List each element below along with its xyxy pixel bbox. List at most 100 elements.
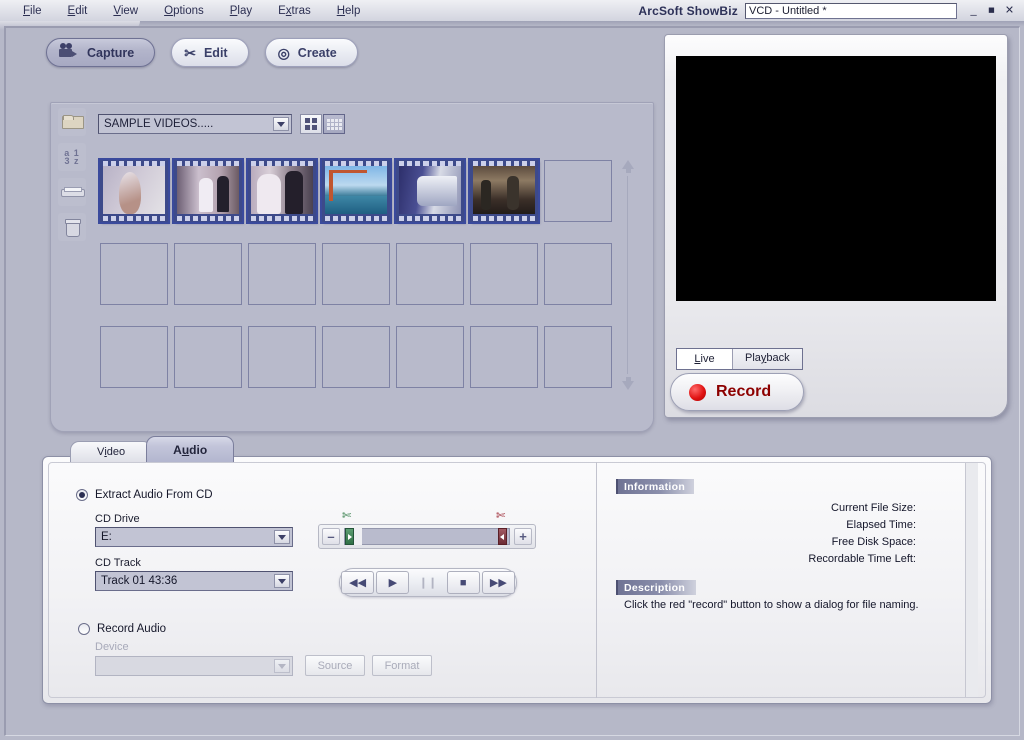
thumbnail-empty-slot[interactable]	[396, 243, 464, 305]
trim-track[interactable]	[344, 528, 510, 545]
tab-capture[interactable]: Capture	[46, 38, 156, 67]
tab-playback[interactable]: Playback	[732, 349, 802, 369]
record-button[interactable]: Record	[670, 373, 804, 411]
minimize-icon[interactable]: _	[967, 4, 980, 17]
thumbnail-empty-slot[interactable]	[322, 243, 390, 305]
trim-bar[interactable]: – ✄ ✄ +	[318, 511, 536, 549]
cd-drive-select[interactable]: E:	[95, 527, 293, 547]
thumbnail-empty-slot[interactable]	[100, 243, 168, 305]
thumbnail-empty-slot[interactable]	[174, 326, 242, 388]
window-controls: _ ■ ✕	[964, 4, 1020, 17]
thumbnail-empty-slot[interactable]	[174, 243, 242, 305]
zoom-out-button[interactable]: –	[322, 528, 340, 545]
app-title: ArcSoft ShowBiz	[638, 3, 738, 18]
album-scrollbar[interactable]	[620, 158, 640, 393]
close-icon[interactable]: ✕	[1003, 4, 1016, 17]
thumbnail-empty-slot[interactable]	[396, 326, 464, 388]
thumbnail-empty-slot[interactable]	[544, 160, 612, 222]
thumbnail-wedding-ceremony[interactable]	[172, 158, 244, 224]
info-row: Recordable Time Left:	[616, 551, 916, 568]
thumbnail-street-crowd[interactable]	[468, 158, 540, 224]
thumbnail-empty-slot[interactable]	[470, 326, 538, 388]
thumbnail-item[interactable]	[98, 158, 170, 224]
thumbnail-golden-gate-bridge[interactable]	[320, 158, 392, 224]
record-button-label: Record	[716, 383, 772, 400]
chevron-down-icon[interactable]	[274, 530, 290, 544]
title-bar: FFileile Edit View Options Play Extras H…	[0, 0, 1024, 21]
menu-item-file[interactable]: FFileile	[10, 3, 55, 19]
tab-video[interactable]: Vi deo	[70, 441, 153, 462]
preview-source-tabs: LLiveive Playback	[676, 348, 803, 370]
menu-item-options[interactable]: Options	[151, 3, 217, 19]
view-mode-large-button[interactable]	[300, 114, 322, 134]
menu-item-edit[interactable]: Edit	[55, 3, 101, 19]
cd-drive-label: CD Drive	[95, 513, 140, 525]
stop-button[interactable]: ■	[446, 571, 480, 594]
document-title-field[interactable]: VCD - Untitled *	[745, 2, 957, 19]
chevron-down-icon[interactable]	[273, 117, 289, 131]
tab-audio[interactable]: Au dio	[146, 436, 235, 462]
thumbnail-grid	[98, 158, 616, 409]
menu-item-view[interactable]: View	[100, 3, 151, 19]
thumbnail-empty-slot[interactable]	[248, 243, 316, 305]
scroll-down-icon[interactable]	[620, 377, 636, 393]
thumbnail-bride-portrait[interactable]	[98, 158, 170, 224]
forward-button[interactable]: ▶▶	[481, 571, 515, 594]
cd-track-select[interactable]: Track 01 43:36	[95, 571, 293, 591]
menu-item-extras[interactable]: Extras	[265, 3, 324, 19]
tab-live[interactable]: LLiveive	[677, 349, 732, 369]
thumbnail-empty-slot[interactable]	[544, 243, 612, 305]
folder-icon[interactable]	[58, 108, 86, 136]
tab-edit[interactable]: ✂ Edit	[171, 38, 249, 67]
grid-4-icon	[305, 118, 317, 130]
tab-create[interactable]: ◎ Create	[264, 38, 358, 67]
menu-bar: FFileile Edit View Options Play Extras H…	[0, 3, 373, 19]
format-button[interactable]: Format	[372, 655, 432, 676]
record-audio-label: Record Audio	[97, 623, 167, 635]
trash-icon[interactable]	[58, 213, 86, 241]
application-window: FFileile Edit View Options Play Extras H…	[0, 0, 1024, 740]
play-button[interactable]: ▶	[376, 571, 410, 594]
extract-audio-label: Extract Audio From CD	[95, 489, 213, 501]
device-select[interactable]	[95, 656, 293, 676]
zoom-in-button[interactable]: +	[514, 528, 532, 545]
trim-end-handle[interactable]	[498, 528, 507, 545]
record-audio-radio-row[interactable]: Record Audio	[78, 623, 166, 635]
sort-az-icon[interactable]: a 13 z	[58, 143, 86, 171]
menu-item-play[interactable]: Play	[217, 3, 265, 19]
extract-audio-radio[interactable]	[76, 489, 88, 501]
video-preview-area[interactable]	[676, 56, 996, 301]
chevron-down-icon[interactable]	[274, 574, 290, 588]
scroll-up-icon[interactable]	[620, 158, 636, 174]
extract-audio-radio-row[interactable]: Extract Audio From CD	[76, 489, 213, 501]
album-select[interactable]: SAMPLE VIDEOS.....	[98, 114, 292, 134]
record-audio-radio[interactable]	[78, 623, 90, 635]
thumbnail-empty-slot[interactable]	[470, 243, 538, 305]
thumbnail-train-station[interactable]	[394, 158, 466, 224]
cd-drive-value: E:	[101, 531, 112, 543]
thumbnail-item[interactable]	[172, 158, 244, 224]
panel-divider	[596, 462, 597, 698]
scanner-icon[interactable]	[58, 178, 86, 206]
scissors-icon: ✄	[342, 510, 352, 522]
info-label: Current File Size:	[831, 502, 916, 514]
tab-edit-label: Edit	[203, 45, 228, 60]
menu-item-help[interactable]: Help	[324, 3, 374, 19]
source-button[interactable]: Source	[305, 655, 365, 676]
thumbnail-empty-slot[interactable]	[544, 326, 612, 388]
rewind-button[interactable]: ◀◀	[341, 571, 375, 594]
thumbnail-empty-slot[interactable]	[100, 326, 168, 388]
view-mode-small-button[interactable]	[323, 114, 345, 134]
thumbnail-item[interactable]	[394, 158, 466, 224]
thumbnail-empty-slot[interactable]	[322, 326, 390, 388]
thumbnail-empty-slot[interactable]	[248, 326, 316, 388]
view-mode-toggle	[300, 114, 345, 134]
maximize-icon[interactable]: ■	[985, 4, 998, 17]
thumbnail-item[interactable]	[468, 158, 540, 224]
chevron-down-icon[interactable]	[274, 659, 290, 673]
thumbnail-item[interactable]	[246, 158, 318, 224]
description-scrollbar[interactable]	[965, 463, 978, 697]
trim-start-handle[interactable]	[345, 528, 354, 545]
thumbnail-bride-and-groom[interactable]	[246, 158, 318, 224]
thumbnail-item[interactable]	[320, 158, 392, 224]
